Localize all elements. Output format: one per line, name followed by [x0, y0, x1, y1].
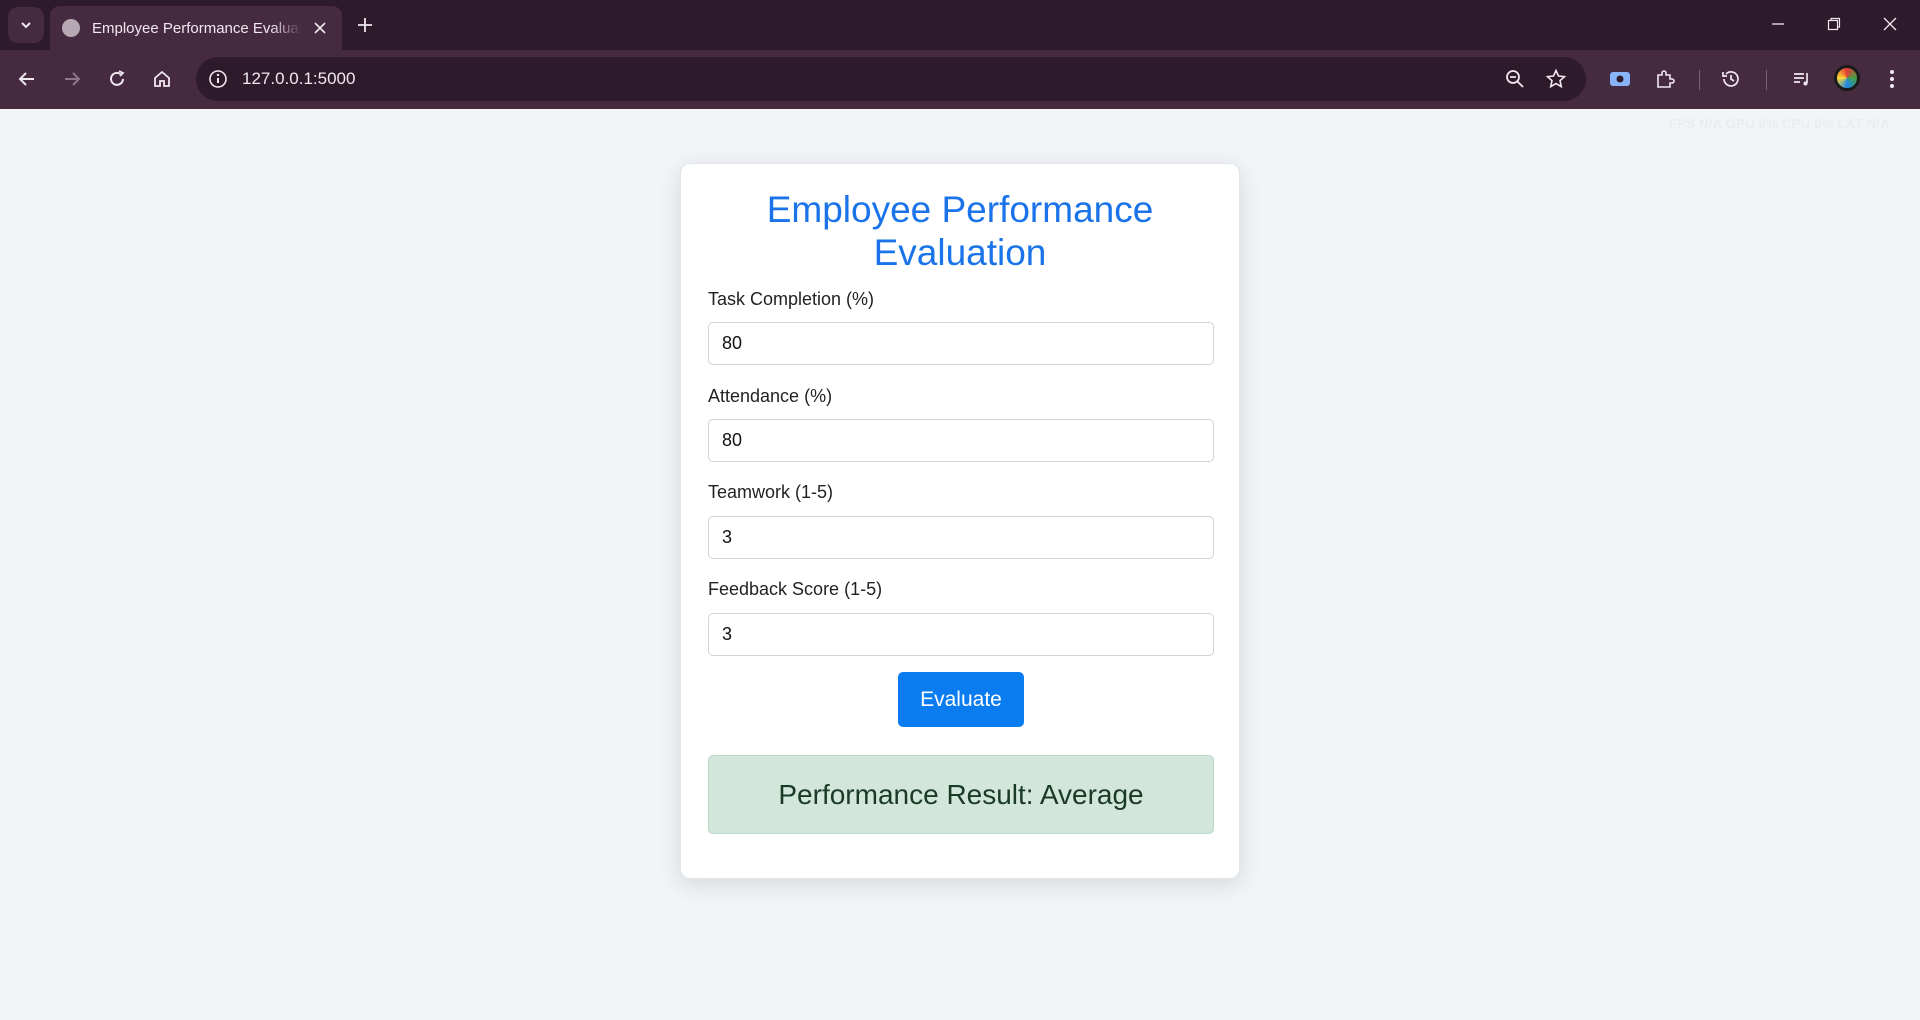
bookmark-button[interactable]	[1542, 65, 1570, 93]
home-button[interactable]	[144, 61, 180, 97]
arrow-left-icon	[18, 72, 34, 86]
restore-icon	[1827, 17, 1841, 31]
evaluate-button[interactable]: Evaluate	[898, 672, 1024, 727]
zoom-out-icon	[1506, 70, 1524, 88]
toolbar-separator	[1766, 70, 1767, 90]
screen-capture-icon	[1610, 72, 1630, 86]
plus-icon	[358, 18, 372, 32]
reload-icon	[110, 70, 125, 86]
more-vertical-icon	[1890, 70, 1894, 88]
feedback-score-input[interactable]	[708, 613, 1214, 656]
restore-button[interactable]	[1811, 4, 1857, 44]
close-icon	[1883, 17, 1897, 31]
forward-button[interactable]	[54, 61, 90, 97]
chevron-down-icon	[21, 22, 31, 29]
close-icon	[314, 22, 326, 34]
evaluation-card: Employee Performance Evaluation Task Com…	[680, 163, 1240, 879]
teamwork-label: Teamwork (1-5)	[708, 482, 834, 502]
history-button[interactable]	[1713, 61, 1749, 97]
browser-titlebar: Employee Performance Evaluation	[0, 0, 1920, 50]
performance-overlay: FPS N/A GPU 0% CPU 0% LAT N/A	[1668, 116, 1890, 131]
toolbar-separator	[1699, 70, 1700, 90]
history-icon	[1722, 71, 1739, 87]
attendance-label: Attendance (%)	[708, 386, 833, 406]
extensions-button[interactable]	[1647, 61, 1683, 97]
performance-result: Performance Result: Average	[708, 755, 1214, 834]
menu-button[interactable]	[1874, 61, 1910, 97]
task-completion-input[interactable]	[708, 322, 1214, 365]
reload-button[interactable]	[99, 61, 135, 97]
feedback-score-label: Feedback Score (1-5)	[708, 579, 883, 599]
close-window-button[interactable]	[1867, 4, 1913, 44]
arrow-right-icon	[65, 72, 81, 86]
back-button[interactable]	[9, 61, 45, 97]
globe-icon	[62, 19, 80, 37]
address-bar[interactable]: 127.0.0.1:5000	[196, 57, 1586, 101]
task-completion-label: Task Completion (%)	[708, 289, 875, 309]
profile-avatar[interactable]	[1834, 65, 1860, 91]
browser-tab[interactable]: Employee Performance Evaluation	[50, 6, 342, 50]
teamwork-input[interactable]	[708, 516, 1214, 559]
zoom-button[interactable]	[1501, 65, 1529, 93]
puzzle-icon	[1657, 70, 1675, 88]
browser-toolbar: 127.0.0.1:5000	[0, 50, 1920, 109]
home-icon	[154, 70, 170, 87]
media-controls-button[interactable]	[1784, 61, 1820, 97]
minimize-button[interactable]	[1755, 4, 1801, 44]
page-title: Employee Performance Evaluation	[766, 189, 1154, 273]
close-tab-button[interactable]	[310, 18, 330, 38]
screen-capture-button[interactable]	[1602, 61, 1638, 97]
url-text: 127.0.0.1:5000	[242, 69, 356, 88]
new-tab-button[interactable]	[350, 10, 380, 40]
tab-title: Employee Performance Evaluation	[92, 19, 302, 37]
attendance-input[interactable]	[708, 419, 1214, 462]
playlist-icon	[1794, 73, 1808, 86]
minimize-icon	[1772, 23, 1784, 25]
tab-search-button[interactable]	[8, 7, 44, 43]
site-info-button[interactable]	[204, 65, 232, 93]
info-icon	[209, 70, 227, 88]
star-icon	[1546, 69, 1566, 89]
